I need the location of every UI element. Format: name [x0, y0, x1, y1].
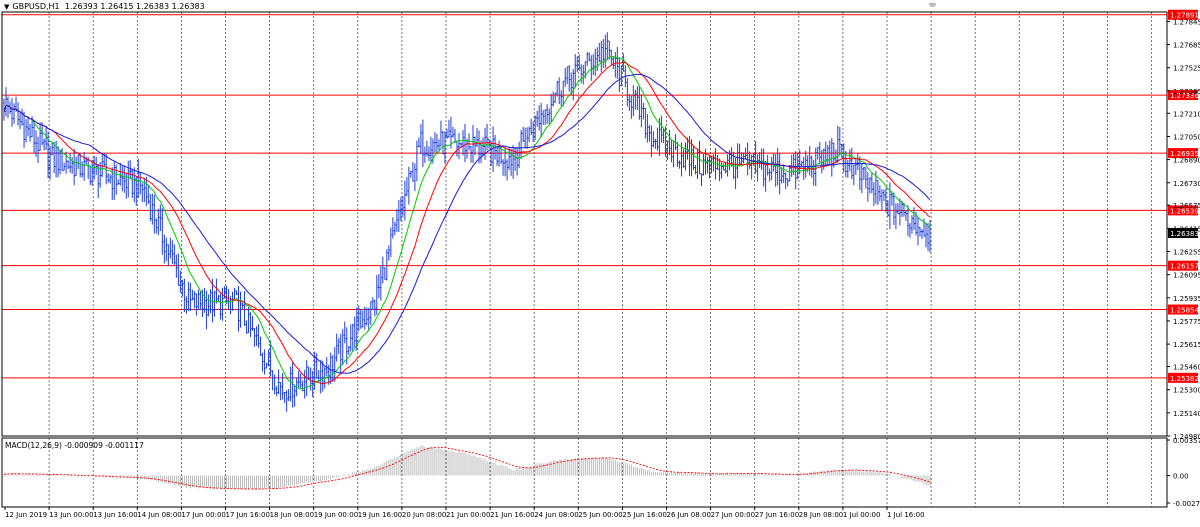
level-price-label: 1.25382 — [1170, 375, 1199, 383]
price-tick-label: 1.26095 — [1173, 272, 1200, 280]
chart-window[interactable]: 1.27891 1.27336 1.26935 1.26539 1.26157 1.258… — [0, 0, 1200, 523]
ma-slow-line — [3, 73, 931, 374]
time-label: 13 Jun 16:00 — [93, 511, 137, 519]
price-tick-label: 1.27210 — [1173, 110, 1200, 118]
time-axis: 12 Jun 2019 13 Jun 00:00 13 Jun 16:00 14 Ju… — [4, 507, 925, 519]
macd-tick-label: 0.00 — [1173, 473, 1189, 481]
time-label: 27 Jun 16:00 — [755, 511, 799, 519]
price-tick-label: 1.26575 — [1173, 202, 1200, 210]
chart-info-bar: ▼ GBPUSD,H1 1.26393 1.26415 1.26383 1.263… — [4, 2, 205, 11]
macd-window — [3, 445, 931, 490]
time-label: 25 Jun 00:00 — [578, 511, 622, 519]
time-label: 26 Jun 08:00 — [667, 511, 711, 519]
macd-values: -0.000909 -0.001117 — [64, 441, 144, 450]
time-label: 28 Jun 08:00 — [799, 511, 843, 519]
time-label: 20 Jun 08:00 — [402, 511, 446, 519]
price-tick-label: 1.25615 — [1173, 341, 1200, 349]
time-label: 17 Jun 00:00 — [181, 511, 225, 519]
time-label: 21 Jun 00:00 — [446, 511, 490, 519]
level-price-label: 1.25854 — [1170, 307, 1199, 315]
price-tick-label: 1.25935 — [1173, 295, 1200, 303]
time-label: 1 Jul 16:00 — [887, 511, 925, 519]
symbol-label: GBPUSD,H1 — [12, 2, 60, 11]
price-tick-label: 1.26890 — [1173, 157, 1200, 165]
ma-fast-line — [3, 55, 931, 390]
time-label: 12 Jun 2019 — [5, 511, 47, 519]
chart-menu-arrow-icon[interactable]: ▼ — [4, 3, 9, 11]
time-label: 21 Jun 16:00 — [490, 511, 534, 519]
price-tick-label: 1.25775 — [1173, 318, 1200, 326]
price-tick-label: 1.27365 — [1173, 88, 1200, 96]
price-bars — [3, 32, 931, 412]
price-tick-label: 1.27685 — [1173, 42, 1200, 50]
time-label: 18 Jun 08:00 — [270, 511, 314, 519]
price-tick-label: 1.25140 — [1173, 410, 1200, 418]
price-tick-label: 1.27845 — [1173, 18, 1200, 26]
time-label: 1 Jul 00:00 — [843, 511, 881, 519]
price-tick-label: 1.25300 — [1173, 387, 1200, 395]
price-tick-label: 1.26730 — [1173, 180, 1200, 188]
price-tick-label: 1.27525 — [1173, 65, 1200, 73]
macd-tick-label: 0.003576 — [1173, 437, 1200, 445]
macd-info-bar: MACD(12,26,9) -0.000909 -0.001117 — [5, 441, 144, 450]
time-label: 25 Jun 16:00 — [622, 511, 666, 519]
macd-tick-label: -0.002764 — [1173, 500, 1200, 508]
macd-plot-border — [1, 437, 1168, 508]
time-label: 19 Jun 00:00 — [314, 511, 358, 519]
current-price-label: 1.26383 — [1170, 230, 1199, 238]
ma-mid-line — [3, 61, 931, 385]
time-label: 17 Jun 16:00 — [226, 511, 270, 519]
time-label: 19 Jun 16:00 — [358, 511, 402, 519]
time-label: 14 Jun 08:00 — [137, 511, 181, 519]
price-tick-label: 1.26255 — [1173, 248, 1200, 256]
time-label: 24 Jun 08:00 — [534, 511, 578, 519]
level-price-label: 1.26157 — [1170, 263, 1199, 271]
ohlc-values: 1.26393 1.26415 1.26383 1.26383 — [64, 2, 205, 11]
price-tick-label: 1.25460 — [1173, 364, 1200, 372]
grid — [48, 12, 1152, 507]
time-label: 27 Jun 00:00 — [711, 511, 755, 519]
price-chart[interactable]: 1.278911.273361.269351.265391.261571.258… — [0, 0, 1200, 523]
main-plot-border — [1, 11, 1168, 437]
moving-averages — [3, 55, 931, 390]
price-tick-label: 1.27050 — [1173, 133, 1200, 141]
macd-label: MACD(12,26,9) — [5, 441, 62, 450]
time-label: 13 Jun 00:00 — [49, 511, 93, 519]
